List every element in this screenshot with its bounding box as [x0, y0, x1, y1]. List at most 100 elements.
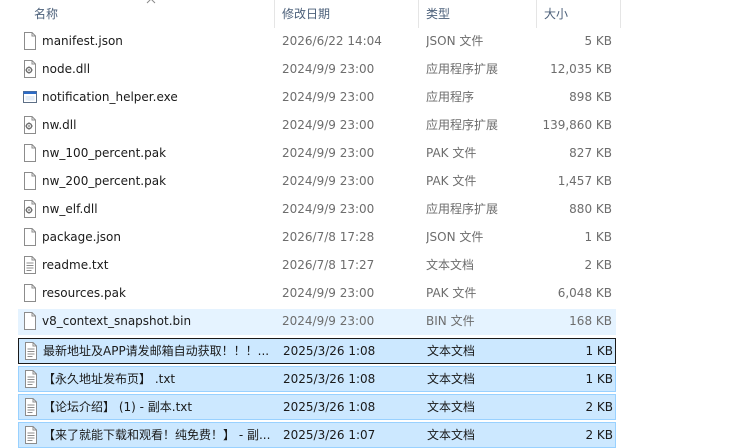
file-name: nw_elf.dll	[42, 202, 98, 216]
file-date: 2026/7/8 17:28	[282, 230, 375, 244]
sort-ascending-icon	[146, 0, 156, 4]
file-row[interactable]: nw_200_percent.pak 2024/9/9 23:00 PAK 文件…	[18, 169, 616, 195]
file-name: node.dll	[42, 62, 91, 76]
file-size: 1 KB	[584, 230, 612, 244]
file-date: 2024/9/9 23:00	[282, 62, 375, 76]
file-size: 2 KB	[584, 258, 612, 272]
file-type: 应用程序	[426, 90, 475, 104]
file-size: 827 KB	[569, 146, 612, 160]
exe-file-icon	[22, 88, 38, 106]
column-header-size-label: 大小	[544, 7, 569, 21]
file-type: 文本文档	[427, 400, 476, 414]
file-type: 文本文档	[426, 258, 475, 272]
file-row[interactable]: nw_100_percent.pak 2024/9/9 23:00 PAK 文件…	[18, 141, 616, 167]
file-name: nw.dll	[42, 118, 77, 132]
file-row[interactable]: v8_context_snapshot.bin 2024/9/9 23:00 B…	[18, 309, 616, 335]
file-size: 880 KB	[569, 202, 612, 216]
file-name: package.json	[42, 230, 122, 244]
file-row[interactable]: manifest.json 2026/6/22 14:04 JSON 文件 5 …	[18, 29, 616, 55]
file-date: 2025/3/26 1:08	[283, 344, 376, 358]
file-type: JSON 文件	[426, 230, 484, 244]
file-row[interactable]: package.json 2026/7/8 17:28 JSON 文件 1 KB	[18, 225, 616, 251]
text-file-icon	[23, 426, 39, 444]
file-type: PAK 文件	[426, 146, 477, 160]
file-size: 12,035 KB	[550, 62, 612, 76]
file-row[interactable]: nw.dll 2024/9/9 23:00 应用程序扩展 139,860 KB	[18, 113, 616, 139]
file-type: PAK 文件	[426, 286, 477, 300]
file-row[interactable]: 最新地址及APP请发邮箱自动获取！！！... 2025/3/26 1:08 文本…	[18, 338, 616, 364]
file-size: 898 KB	[569, 90, 612, 104]
file-size: 1,457 KB	[557, 174, 612, 188]
file-size: 1 KB	[585, 372, 613, 386]
file-type: 应用程序扩展	[426, 62, 499, 76]
file-type: 文本文档	[427, 428, 476, 442]
file-row[interactable]: 【永久地址发布页】 .txt 2025/3/26 1:08 文本文档 1 KB	[18, 366, 616, 392]
column-header-name-label: 名称	[34, 7, 59, 21]
blank-file-icon	[22, 172, 38, 190]
file-date: 2024/9/9 23:00	[282, 90, 375, 104]
file-row[interactable]: nw_elf.dll 2024/9/9 23:00 应用程序扩展 880 KB	[18, 197, 616, 223]
file-size: 2 KB	[585, 428, 613, 442]
file-date: 2025/3/26 1:08	[283, 400, 376, 414]
column-header-type[interactable]: 类型	[426, 0, 536, 28]
file-name: v8_context_snapshot.bin	[42, 314, 192, 328]
file-row[interactable]: resources.pak 2024/9/9 23:00 PAK 文件 6,04…	[18, 281, 616, 307]
column-divider[interactable]	[418, 0, 419, 28]
blank-file-icon	[22, 228, 38, 246]
file-date: 2024/9/9 23:00	[282, 174, 375, 188]
file-row[interactable]: 【论坛介绍】 (1) - 副本.txt 2025/3/26 1:08 文本文档 …	[18, 394, 616, 420]
file-type: 应用程序扩展	[426, 118, 499, 132]
column-header-size[interactable]: 大小	[544, 0, 620, 28]
file-name: 【论坛介绍】 (1) - 副本.txt	[43, 400, 193, 414]
file-type: 文本文档	[427, 372, 476, 386]
file-name: 【永久地址发布页】 .txt	[43, 372, 176, 386]
file-type: PAK 文件	[426, 174, 477, 188]
file-date: 2024/9/9 23:00	[282, 146, 375, 160]
file-date: 2026/7/8 17:27	[282, 258, 375, 272]
file-date: 2026/6/22 14:04	[282, 34, 382, 48]
file-name: 【来了就能下载和观看！纯免费！】 - 副...	[43, 428, 271, 442]
file-size: 139,860 KB	[542, 118, 612, 132]
column-header-bar: 名称 修改日期 类型 大小	[0, 0, 755, 28]
file-type: JSON 文件	[426, 34, 484, 48]
blank-file-icon	[22, 284, 38, 302]
file-size: 2 KB	[585, 400, 613, 414]
blank-file-icon	[22, 312, 38, 330]
file-name: resources.pak	[42, 286, 126, 300]
column-header-type-label: 类型	[426, 7, 451, 21]
blank-file-icon	[22, 32, 38, 50]
column-divider[interactable]	[536, 0, 537, 28]
file-date: 2025/3/26 1:07	[283, 428, 376, 442]
dll-file-icon	[22, 116, 38, 134]
file-name: 最新地址及APP请发邮箱自动获取！！！...	[43, 344, 270, 358]
file-type: BIN 文件	[426, 314, 475, 328]
file-name: readme.txt	[42, 258, 109, 272]
dll-file-icon	[22, 60, 38, 78]
text-file-icon	[23, 342, 39, 360]
file-date: 2024/9/9 23:00	[282, 118, 375, 132]
file-size: 1 KB	[585, 344, 613, 358]
column-divider[interactable]	[620, 0, 621, 28]
file-row[interactable]: readme.txt 2026/7/8 17:27 文本文档 2 KB	[18, 253, 616, 279]
file-date: 2024/9/9 23:00	[282, 314, 375, 328]
column-header-date[interactable]: 修改日期	[282, 0, 418, 28]
file-name: nw_200_percent.pak	[42, 174, 167, 188]
file-size: 6,048 KB	[557, 286, 612, 300]
file-size: 5 KB	[584, 34, 612, 48]
column-divider[interactable]	[274, 0, 275, 28]
file-type: 文本文档	[427, 344, 476, 358]
file-row[interactable]: node.dll 2024/9/9 23:00 应用程序扩展 12,035 KB	[18, 57, 616, 83]
file-size: 168 KB	[569, 314, 612, 328]
file-name: nw_100_percent.pak	[42, 146, 167, 160]
blank-file-icon	[22, 144, 38, 162]
file-date: 2025/3/26 1:08	[283, 372, 376, 386]
column-header-date-label: 修改日期	[282, 7, 331, 21]
text-file-icon	[22, 256, 38, 274]
text-file-icon	[23, 370, 39, 388]
file-type: 应用程序扩展	[426, 202, 499, 216]
file-date: 2024/9/9 23:00	[282, 202, 375, 216]
text-file-icon	[23, 398, 39, 416]
file-row[interactable]: 【来了就能下载和观看！纯免费！】 - 副... 2025/3/26 1:07 文…	[18, 422, 616, 448]
file-row[interactable]: notification_helper.exe 2024/9/9 23:00 应…	[18, 85, 616, 111]
file-name: notification_helper.exe	[42, 90, 178, 104]
